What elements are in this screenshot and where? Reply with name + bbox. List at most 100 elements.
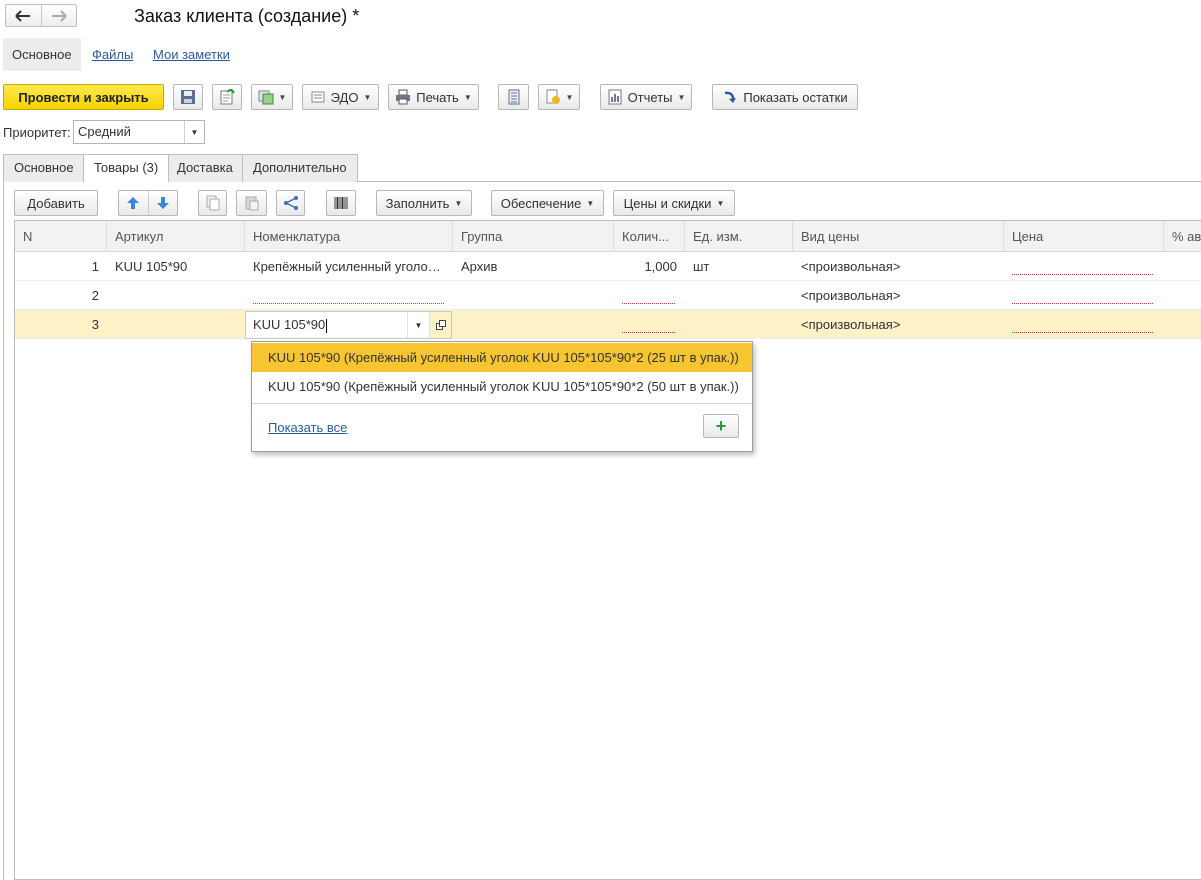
chevron-down-icon: ▼: [454, 198, 463, 208]
chevron-down-icon: ▼: [363, 92, 372, 102]
move-buttons: [118, 190, 178, 216]
header-group[interactable]: Группа: [453, 221, 614, 252]
edo-icon: [311, 91, 325, 103]
arrow-right-icon: [51, 9, 67, 22]
arrow-down-icon: [156, 197, 169, 209]
attachments-button[interactable]: ▼: [538, 84, 580, 110]
header-quantity[interactable]: Колич...: [614, 221, 685, 252]
header-unit[interactable]: Ед. изм.: [685, 221, 793, 252]
price-required-underline: [1012, 274, 1153, 275]
open-icon[interactable]: [429, 312, 451, 338]
table-row[interactable]: 2 <произвольная>: [15, 281, 1201, 310]
price-required-underline: [1012, 303, 1153, 304]
header-auto-discount[interactable]: % ав: [1164, 221, 1201, 252]
copy-icon: [206, 195, 219, 211]
printer-icon: [396, 89, 411, 105]
chevron-down-icon: ▼: [278, 92, 287, 102]
chevron-down-icon[interactable]: ▼: [407, 312, 429, 338]
fill-label: Заполнить: [385, 195, 450, 211]
chevron-down-icon: ▼: [677, 92, 686, 102]
chevron-down-icon: ▼: [586, 198, 595, 208]
header-price-type[interactable]: Вид цены: [793, 221, 1004, 252]
split-icon: [283, 196, 298, 210]
copy-row-button[interactable]: [198, 190, 227, 216]
goods-table: N Артикул Номенклатура Группа Колич... Е…: [14, 220, 1201, 880]
post-and-close-button[interactable]: Провести и закрыть: [3, 84, 164, 110]
add-new-button[interactable]: +: [703, 414, 739, 438]
split-row-button[interactable]: [276, 190, 305, 216]
paste-row-button[interactable]: [236, 190, 267, 216]
print-label: Печать: [416, 89, 459, 105]
cell-article[interactable]: [107, 281, 245, 310]
list-button[interactable]: [498, 84, 529, 110]
show-stock-label: Показать остатки: [743, 89, 848, 105]
tab-delivery[interactable]: Доставка: [166, 154, 244, 182]
fill-button[interactable]: Заполнить ▼: [376, 190, 472, 216]
save-button[interactable]: [173, 84, 203, 110]
prices-discounts-button[interactable]: Цены и скидки ▼: [613, 190, 735, 216]
provision-button[interactable]: Обеспечение ▼: [491, 190, 604, 216]
chevron-down-icon[interactable]: ▼: [184, 121, 204, 143]
chevron-down-icon: ▼: [565, 92, 574, 102]
barcode-button[interactable]: [326, 190, 356, 216]
back-button[interactable]: [6, 5, 41, 26]
add-row-button[interactable]: Добавить: [14, 190, 98, 216]
tab-goods[interactable]: Товары (3): [83, 154, 170, 182]
table-row-selected[interactable]: 3 KUU 105*90 ▼ <произвольная>: [15, 310, 1201, 339]
priority-select[interactable]: Средний ▼: [73, 120, 205, 144]
edo-label: ЭДО: [330, 89, 359, 105]
tab-main[interactable]: Основное: [3, 154, 85, 182]
cell-nomenclature[interactable]: Крепёжный усиленный уголок KUU 105*105*9…: [245, 252, 445, 281]
nomenclature-required-underline: [253, 303, 444, 304]
chevron-down-icon: ▼: [463, 92, 472, 102]
suggestion-item[interactable]: KUU 105*90 (Крепёжный усиленный уголок K…: [252, 372, 752, 401]
autocomplete-popup: KUU 105*90 (Крепёжный усиленный уголок K…: [251, 341, 753, 452]
show-all-link[interactable]: Показать все: [268, 420, 347, 435]
plus-icon: +: [715, 416, 727, 436]
curved-arrow-icon: [725, 91, 737, 103]
section-tab-main[interactable]: Основное: [3, 38, 81, 71]
reports-button[interactable]: Отчеты ▼: [600, 84, 692, 110]
section-tab-files[interactable]: Файлы: [83, 38, 142, 71]
show-stock-button[interactable]: Показать остатки: [712, 84, 858, 110]
page-title: Заказ клиента (создание) *: [134, 6, 360, 26]
cell-nomenclature[interactable]: [245, 281, 445, 310]
list-icon: [508, 89, 519, 105]
nomenclature-input[interactable]: KUU 105*90 ▼: [245, 311, 452, 339]
header-nomenclature[interactable]: Номенклатура: [245, 221, 453, 252]
tab-additional[interactable]: Дополнительно: [242, 154, 358, 182]
header-article[interactable]: Артикул: [107, 221, 245, 252]
header-price[interactable]: Цена: [1004, 221, 1164, 252]
suggestion-item[interactable]: KUU 105*90 (Крепёжный усиленный уголок K…: [252, 343, 752, 372]
arrow-left-icon: [15, 9, 31, 22]
header-n[interactable]: N: [15, 221, 107, 252]
cell-price-type[interactable]: <произвольная>: [793, 252, 1004, 281]
popup-divider: [252, 403, 752, 404]
cell-article[interactable]: KUU 105*90: [107, 252, 245, 281]
table-row[interactable]: 1 KUU 105*90 Крепёжный усиленный уголок …: [15, 252, 1201, 281]
edo-button[interactable]: ЭДО ▼: [302, 84, 379, 110]
barcode-icon: [334, 197, 348, 209]
cell-price-type[interactable]: <произвольная>: [793, 310, 1004, 339]
chevron-down-icon: ▼: [716, 198, 725, 208]
cell-n: 2: [91, 288, 99, 303]
priority-label: Приоритет:: [3, 125, 71, 140]
move-up-button[interactable]: [119, 191, 148, 215]
section-tab-notes[interactable]: Мои заметки: [144, 38, 239, 71]
quantity-required-underline: [622, 332, 675, 333]
quantity-required-underline: [622, 303, 675, 304]
provision-label: Обеспечение: [500, 195, 582, 211]
cell-quantity[interactable]: 1,000: [614, 252, 685, 281]
report-icon: [608, 89, 622, 105]
copy-green-icon: [258, 90, 274, 105]
cell-unit[interactable]: шт: [685, 252, 793, 281]
create-based-on-button[interactable]: ▼: [251, 84, 293, 110]
move-down-button[interactable]: [147, 191, 178, 215]
paste-icon: [245, 196, 258, 211]
prices-label: Цены и скидки: [623, 195, 712, 211]
cell-article[interactable]: [107, 310, 245, 339]
cell-price-type[interactable]: <произвольная>: [793, 281, 1004, 310]
forward-button[interactable]: [40, 5, 77, 26]
print-button[interactable]: Печать ▼: [388, 84, 479, 110]
post-button[interactable]: [212, 84, 242, 110]
